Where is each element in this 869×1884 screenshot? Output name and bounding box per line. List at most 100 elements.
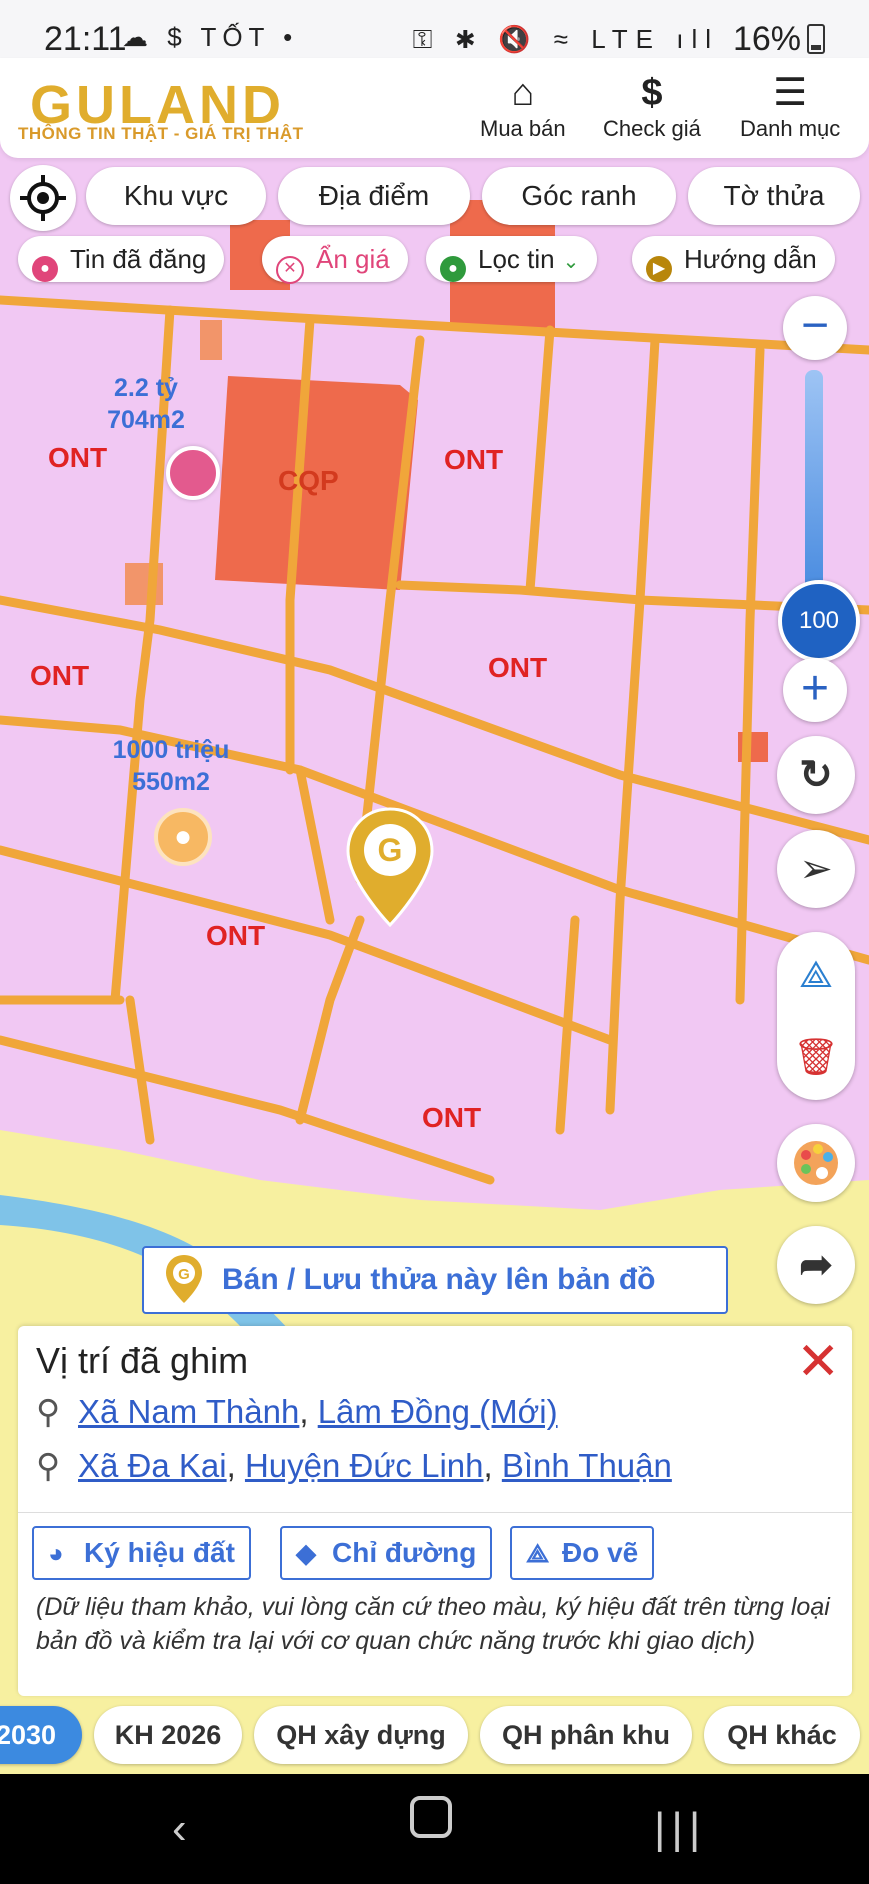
tagline: THÔNG TIN THẬT - GIÁ TRỊ THẬT	[18, 124, 304, 143]
land-symbols-button[interactable]: ◕ Ký hiệu đất	[32, 1526, 251, 1580]
pinned-location-panel: Vị trí đã ghim ✕ ⚲ Xã Nam Thành, Lâm Đồng…	[18, 1326, 852, 1696]
buy-sell-button[interactable]: ⌂ Mua bán	[480, 70, 566, 142]
map-layer-chips: 2030 KH 2026 QH xây dựng QH phân khu QH …	[0, 1706, 869, 1766]
svg-text:G: G	[178, 1266, 190, 1283]
zone-label: ONT	[488, 652, 548, 683]
zoom-level-indicator[interactable]: 100	[778, 580, 860, 662]
location-pin-icon: ⚲	[36, 1393, 61, 1430]
disclaimer-note: (Dữ liệu tham khảo, vui lòng căn cứ theo…	[36, 1593, 830, 1655]
posted-listings-chip[interactable]: ● Tin đã đăng	[18, 236, 225, 282]
listing-price: 2.2 tỷ	[114, 374, 178, 402]
trash-icon: 🗑	[793, 1036, 839, 1077]
measure-draw-button[interactable]: ⟁ Đo vẽ	[510, 1526, 655, 1580]
notification-icons: ☁ $ TỐT •	[122, 22, 299, 52]
layer-construction-plan-chip[interactable]: QH xây dựng	[254, 1706, 468, 1764]
zoom-slider-track[interactable]	[805, 370, 823, 590]
menu-label: Danh mục	[740, 116, 841, 141]
map-style-button[interactable]	[777, 1124, 855, 1202]
listing-price: 1000 triệu	[112, 736, 230, 764]
filter-corner-chip[interactable]: Góc ranh	[482, 167, 676, 225]
navigation-arrow-icon: ➢	[799, 847, 833, 891]
panel-title: Vị trí đã ghim	[36, 1340, 249, 1381]
layer-2030-chip[interactable]: 2030	[0, 1706, 82, 1764]
battery-indicator: 16%	[733, 20, 825, 59]
person-icon: ●	[173, 820, 193, 853]
filter-listings-chip[interactable]: ● Lọc tin ⌄	[426, 236, 598, 282]
layer-other-plan-chip[interactable]: QH khác	[704, 1706, 860, 1764]
province-link[interactable]: Bình Thuận	[502, 1447, 672, 1484]
old-address-row: ⚲ Xã Đa Kai, Huyện Đức Linh, Bình Thuận	[36, 1447, 672, 1484]
measure-draw-label: Đo vẽ	[562, 1537, 639, 1568]
hide-price-label: Ẩn giá	[316, 244, 390, 274]
house-icon: ⌂	[511, 72, 535, 114]
filter-listings-label: Lọc tin	[478, 244, 555, 274]
recent-apps-icon[interactable]: |||	[654, 1804, 706, 1854]
posted-listings-label: Tin đã đăng	[70, 244, 207, 274]
listing-marker[interactable]	[166, 446, 220, 500]
directions-icon: ◆	[296, 1538, 316, 1568]
dollar-icon: $	[641, 72, 663, 114]
refresh-icon: ↻	[799, 753, 833, 797]
home-icon[interactable]	[410, 1796, 452, 1849]
compass-icon: ⟁	[526, 1538, 550, 1568]
clock: 21:11	[44, 20, 127, 58]
zone-label: CQP	[278, 465, 339, 496]
filter-area-chip[interactable]: Khu vực	[86, 167, 266, 225]
filter-location-chip[interactable]: Địa điểm	[278, 167, 470, 225]
zone-label: ONT	[422, 1102, 482, 1133]
back-icon[interactable]: ‹	[172, 1804, 187, 1854]
user-marker[interactable]: ●	[154, 808, 212, 866]
compass-icon: ⟁	[799, 954, 833, 996]
delete-button[interactable]: 🗑	[777, 1022, 855, 1092]
listing-price-label[interactable]: 1000 triệu 550m2	[96, 734, 246, 798]
zone-label: ONT	[30, 660, 90, 691]
crosshair-icon	[20, 175, 66, 221]
layer-kh2026-chip[interactable]: KH 2026	[94, 1706, 242, 1764]
zoom-out-button[interactable]: −	[783, 296, 847, 360]
directions-button[interactable]: ◆ Chỉ đường	[280, 1526, 493, 1580]
district-link[interactable]: Huyện Đức Linh	[245, 1447, 484, 1484]
draw-tools-group: ⟁ 🗑	[777, 932, 855, 1100]
play-icon: ▶	[646, 256, 672, 282]
menu-button[interactable]: ☰ Danh mục	[740, 70, 840, 142]
menu-icon: ☰	[773, 72, 808, 114]
commune-link[interactable]: Xã Đa Kai	[78, 1447, 227, 1484]
zone-label: ONT	[444, 444, 504, 475]
sell-save-parcel-button[interactable]: G Bán / Lưu thửa này lên bản đồ	[142, 1246, 728, 1314]
guide-label: Hướng dẫn	[684, 244, 817, 274]
land-symbols-label: Ký hiệu đất	[84, 1537, 235, 1568]
layer-zoning-plan-chip[interactable]: QH phân khu	[480, 1706, 692, 1764]
close-icon[interactable]: ✕	[796, 1332, 840, 1392]
share-arrow-icon: ➦	[799, 1243, 833, 1287]
battery-icon	[807, 24, 825, 54]
check-price-button[interactable]: $ Check giá	[603, 70, 701, 142]
battery-level: 16%	[732, 20, 801, 58]
filter-parcel-chip[interactable]: Tờ thửa	[688, 167, 860, 225]
divider	[18, 1512, 852, 1513]
listing-area: 550m2	[132, 768, 210, 796]
refresh-button[interactable]: ↻	[777, 736, 855, 814]
sell-save-label: Bán / Lưu thửa này lên bản đồ	[222, 1263, 656, 1296]
measure-button[interactable]: ⟁	[777, 940, 855, 1010]
locate-me-button[interactable]	[10, 165, 76, 231]
directions-label: Chỉ đường	[332, 1537, 477, 1568]
system-navigation-bar: ‹ |||	[0, 1774, 869, 1884]
listing-area: 704m2	[107, 406, 185, 434]
chevron-down-icon: ⌄	[562, 251, 580, 273]
palette-icon	[794, 1141, 838, 1185]
guide-chip[interactable]: ▶ Hướng dẫn	[632, 236, 835, 282]
buy-sell-label: Mua bán	[480, 116, 566, 141]
listing-price-label[interactable]: 2.2 tỷ 704m2	[94, 372, 198, 436]
map-pin-icon: ●	[440, 256, 466, 282]
palette-icon: ●	[32, 256, 58, 282]
guland-pin-icon[interactable]: G	[344, 805, 436, 929]
commune-link[interactable]: Xã Nam Thành	[78, 1393, 299, 1430]
zoom-in-button[interactable]: +	[783, 658, 847, 722]
navigate-button[interactable]: ➢	[777, 830, 855, 908]
share-button[interactable]: ➦	[777, 1226, 855, 1304]
province-link[interactable]: Lâm Đồng (Mới)	[318, 1393, 558, 1430]
system-icons: ⚿ ✱ 🔇 ≈ LTE ıll	[412, 24, 719, 54]
hide-price-chip[interactable]: ✕ Ẩn giá	[262, 236, 408, 284]
guland-pin-icon: G	[166, 1255, 202, 1303]
svg-text:G: G	[378, 832, 403, 868]
